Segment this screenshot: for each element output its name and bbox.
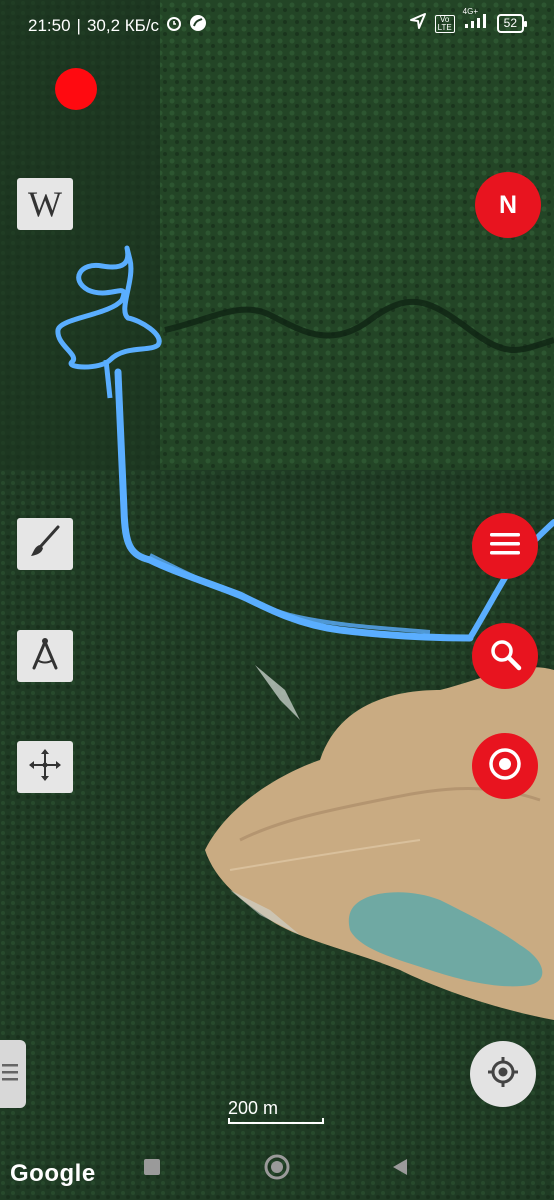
drawer-lines-icon [2, 1061, 18, 1088]
draw-button[interactable] [17, 518, 73, 570]
search-icon [488, 637, 522, 676]
battery-level: 52 [503, 16, 517, 30]
wikipedia-icon: W [28, 184, 62, 224]
scale-bar [228, 1118, 324, 1124]
nav-home-button[interactable] [263, 1150, 291, 1184]
nav-recents-button[interactable] [142, 1150, 162, 1184]
nav-back-button[interactable] [390, 1150, 410, 1184]
compass-icon [25, 634, 65, 679]
wikipedia-button[interactable]: W [17, 178, 73, 230]
target-icon [487, 746, 523, 787]
status-separator: | [76, 15, 81, 35]
battery-icon: 52 [496, 14, 528, 33]
status-speed: 30,2 КБ/с [86, 15, 160, 35]
north-button[interactable]: N [475, 172, 541, 238]
side-drawer-handle[interactable] [0, 1040, 26, 1108]
app-notification-icon [189, 14, 207, 37]
location-arrow-icon [409, 12, 427, 35]
my-location-icon [486, 1055, 520, 1094]
my-location-button[interactable] [470, 1041, 536, 1107]
move-button[interactable] [17, 741, 73, 793]
signal-icon: 4G+ [463, 7, 489, 34]
brush-icon [25, 522, 65, 567]
recording-indicator[interactable] [55, 68, 97, 110]
network-type: 4G+ [462, 7, 478, 16]
back-icon [390, 1159, 410, 1181]
status-time: 21:50 [28, 15, 71, 35]
menu-icon [489, 530, 521, 563]
volte-badge: Vo LTE [434, 14, 455, 33]
satellite-map[interactable] [0, 0, 554, 1200]
recents-icon [142, 1159, 162, 1181]
menu-button[interactable] [472, 513, 538, 579]
status-bar: 21:50 | 30,2 КБ/с Vo LTE 4G+ 52 [0, 0, 554, 48]
map-attribution: Google [10, 1160, 96, 1187]
search-button[interactable] [472, 623, 538, 689]
north-icon: N [498, 190, 518, 219]
home-icon [263, 1154, 291, 1185]
scale-label: 200 m [228, 1098, 279, 1118]
target-button[interactable] [472, 733, 538, 799]
move-icon [25, 745, 65, 790]
measure-button[interactable] [17, 630, 73, 682]
alarm-icon [165, 14, 183, 37]
